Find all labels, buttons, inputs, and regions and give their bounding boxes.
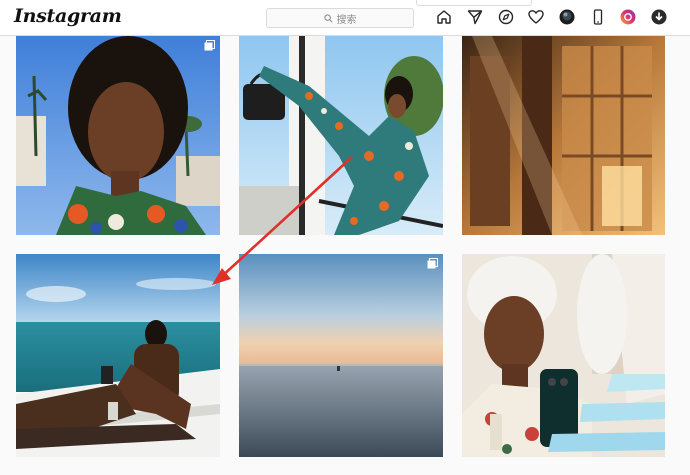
instagram-app-icon[interactable] (619, 8, 637, 26)
post-image (16, 254, 220, 457)
nav-icons (0, 8, 690, 28)
post-mirror-selfie-towel[interactable] (462, 254, 665, 457)
download-icon[interactable] (650, 8, 668, 26)
activity-heart-icon[interactable] (527, 8, 545, 26)
post-floral-outfit-handbag[interactable] (239, 36, 443, 235)
post-sunlit-building[interactable] (462, 36, 665, 235)
post-image (239, 254, 443, 457)
post-image (16, 36, 220, 235)
direct-message-icon[interactable] (466, 8, 484, 26)
post-yacht-ocean[interactable] (16, 254, 220, 457)
dropdown-panel-edge (416, 0, 532, 6)
post-image (462, 254, 665, 457)
carousel-icon (204, 40, 215, 51)
post-image (239, 36, 443, 235)
avatar-icon[interactable] (558, 8, 576, 26)
explore-icon[interactable] (497, 8, 515, 26)
post-image (462, 36, 665, 235)
home-icon[interactable] (435, 8, 453, 26)
post-portrait-palm-trees[interactable] (16, 36, 220, 235)
carousel-icon (427, 258, 438, 269)
post-calm-sea-horizon[interactable] (239, 254, 443, 457)
mobile-device-icon[interactable] (589, 8, 607, 26)
